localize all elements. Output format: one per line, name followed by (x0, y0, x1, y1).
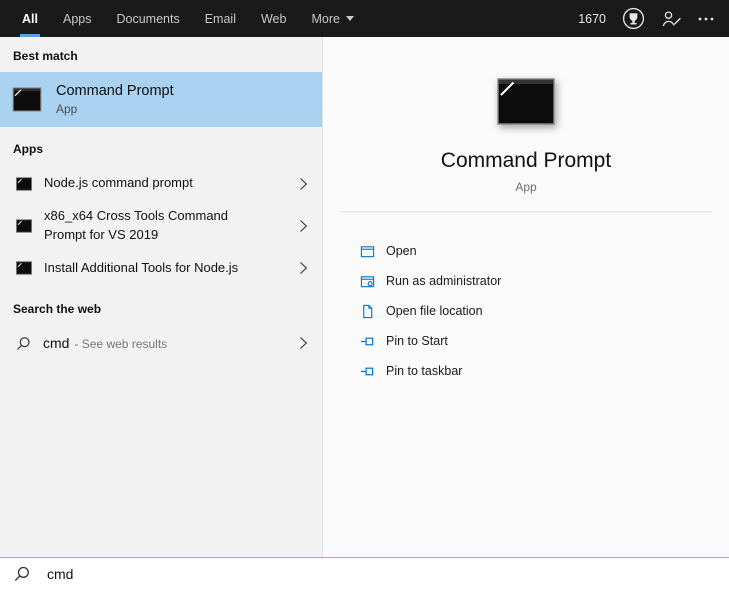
result-label: Node.js command prompt (44, 175, 193, 191)
tab-all[interactable]: All (20, 0, 40, 37)
app-result-nodejs-prompt[interactable]: Node.js command prompt (0, 165, 322, 202)
filter-tabs: All Apps Documents Email Web More (20, 0, 354, 37)
feedback-icon[interactable] (661, 10, 682, 28)
preview-panel: Command Prompt App Open Run as administr… (322, 37, 729, 557)
action-label: Open (386, 244, 417, 258)
command-prompt-icon (16, 176, 32, 191)
chevron-right-icon[interactable] (299, 219, 310, 233)
search-web-header: Search the web (13, 301, 102, 316)
app-result-vs-cross-tools[interactable]: x86_x64 Cross Tools Command Prompt for V… (0, 202, 322, 250)
action-open-file-location[interactable]: Open file location (359, 296, 729, 326)
open-icon (359, 244, 375, 259)
rewards-points: 1670 (578, 11, 606, 26)
command-prompt-icon (12, 87, 42, 112)
best-match-item[interactable]: Command Prompt App (0, 72, 322, 127)
action-pin-to-taskbar[interactable]: Pin to taskbar (359, 356, 729, 386)
web-result-label: cmd - See web results (43, 335, 167, 351)
search-filter-bar: All Apps Documents Email Web More 1670 (0, 0, 729, 37)
action-label: Pin to Start (386, 334, 448, 348)
pin-icon (359, 334, 375, 349)
tab-email[interactable]: Email (205, 0, 236, 37)
more-options-icon[interactable] (697, 16, 715, 22)
best-match-subtitle: App (56, 102, 78, 116)
divider (340, 211, 712, 212)
tab-label: Email (204, 11, 236, 26)
web-query: cmd (43, 335, 70, 352)
preview-subtitle: App (515, 180, 537, 194)
search-icon (16, 336, 31, 351)
search-icon (14, 566, 30, 582)
preview-title: Command Prompt (440, 149, 612, 172)
command-prompt-icon (16, 219, 32, 233)
results-list-panel: Best match Command Prompt App Apps Node.… (0, 37, 322, 557)
apps-header: Apps (13, 142, 43, 156)
file-location-icon (359, 304, 375, 319)
tab-more[interactable]: More (311, 0, 354, 37)
command-prompt-icon (16, 261, 32, 275)
action-label: Open file location (386, 304, 483, 318)
tab-label: All (22, 11, 38, 26)
action-run-as-administrator[interactable]: Run as administrator (359, 266, 729, 296)
results-area: Best match Command Prompt App Apps Node.… (0, 37, 729, 557)
best-match-title: Command Prompt (56, 83, 174, 99)
action-open[interactable]: Open (359, 236, 729, 266)
search-input[interactable] (47, 566, 715, 582)
windows-search-flyout: All Apps Documents Email Web More 1670 B… (0, 0, 729, 590)
app-result-install-node-tools[interactable]: Install Additional Tools for Node.js (0, 250, 322, 287)
chevron-down-icon (345, 16, 354, 21)
context-actions: Open Run as administrator Open file loca… (323, 236, 729, 386)
chevron-right-icon[interactable] (299, 336, 310, 350)
tab-label: Web (260, 11, 287, 26)
best-match-text: Command Prompt App (56, 83, 174, 116)
chevron-right-icon[interactable] (299, 261, 310, 275)
chevron-right-icon[interactable] (299, 177, 310, 191)
best-match-header: Best match (13, 49, 78, 63)
action-pin-to-start[interactable]: Pin to Start (359, 326, 729, 356)
rewards-icon[interactable] (621, 6, 646, 31)
action-label: Pin to taskbar (386, 364, 463, 378)
result-label: Install Additional Tools for Node.js (44, 259, 239, 275)
pin-icon (359, 364, 375, 379)
tab-documents[interactable]: Documents (116, 0, 179, 37)
web-suffix: - See web results (74, 337, 168, 352)
tab-web[interactable]: Web (261, 0, 286, 37)
action-label: Run as administrator (386, 274, 502, 288)
search-bar (0, 557, 729, 590)
command-prompt-icon (497, 78, 555, 125)
tab-label: More (311, 11, 340, 26)
tab-label: Documents (116, 11, 180, 26)
web-result-cmd[interactable]: cmd - See web results (0, 325, 322, 362)
topbar-actions: 1670 (578, 0, 715, 37)
run-as-admin-icon (359, 274, 375, 289)
result-label: x86_x64 Cross Tools Command Prompt for V… (44, 208, 229, 242)
tab-apps[interactable]: Apps (63, 0, 92, 37)
tab-label: Apps (62, 11, 92, 26)
